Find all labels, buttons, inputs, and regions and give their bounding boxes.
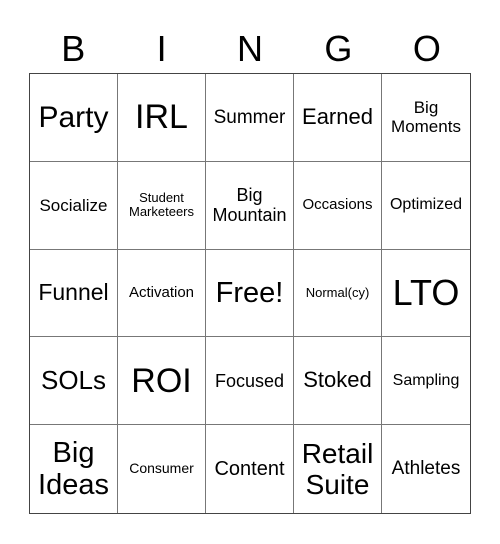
bingo-cell[interactable]: Earned [294,74,382,162]
header-letter-b: B [61,28,86,69]
bingo-cell[interactable]: Activation [118,249,206,338]
cell-text: Consumer [129,460,194,477]
cell-text: SOLs [40,365,107,396]
cell-text: Big Ideas [38,436,109,502]
cell-text: ROI [131,361,192,400]
cell-text: Optimized [389,196,463,214]
bingo-cell[interactable]: Focused [206,337,294,426]
bingo-cell[interactable]: Retail Suite [294,425,382,513]
header-letter-g: G [324,28,353,69]
bingo-cell[interactable]: LTO [382,250,470,338]
cell-text: Focused [214,370,285,391]
bingo-cell[interactable]: Normal(cy) [294,249,382,338]
bingo-cell[interactable]: Big Ideas [30,425,118,513]
bingo-cell[interactable]: Stoked [294,337,382,426]
bingo-cell[interactable]: IRL [118,74,206,162]
bingo-cell[interactable]: Consumer [118,425,206,513]
bingo-cell[interactable]: Party [30,74,118,162]
bingo-cell[interactable]: Student Marketeers [118,161,206,250]
bingo-cell[interactable]: Socialize [30,161,118,250]
bingo-cell[interactable]: Funnel [30,249,118,338]
bingo-cell[interactable]: Content [206,425,294,513]
cell-text: LTO [392,271,460,313]
bingo-cell[interactable]: Athletes [382,425,470,513]
cell-text: Content [214,457,285,480]
bingo-cell[interactable]: SOLs [30,337,118,426]
bingo-cell[interactable]: ROI [118,337,206,426]
bingo-cell[interactable]: Occasions [294,161,382,250]
cell-text: Funnel [38,279,109,306]
bingo-cell[interactable]: Sampling [382,337,470,426]
header-letter-n: N [237,28,264,69]
cell-text: Party [38,100,109,134]
cell-text: Socialize [39,195,108,215]
cell-text: Free! [215,276,284,309]
free-space-cell[interactable]: Free! [206,249,294,338]
bingo-cell[interactable]: Optimized [382,162,470,250]
header-letter-i: I [156,28,167,69]
cell-text: Activation [128,283,195,301]
cell-text: Student Marketeers [128,189,195,220]
cell-text: Big Moments [391,98,461,137]
cell-text: Retail Suite [301,437,374,501]
cell-text: Earned [302,104,373,130]
bingo-cell[interactable]: Summer [206,74,294,162]
cell-text: Sampling [392,371,460,389]
bingo-cell[interactable]: Big Moments [382,74,470,162]
cell-text: Athletes [391,458,461,480]
cell-text: Stoked [303,367,372,393]
bingo-cell[interactable]: Big Mountain [206,161,294,250]
cell-text: IRL [135,98,188,137]
cell-text: Normal(cy) [305,284,370,300]
cell-text: Summer [213,106,286,128]
bingo-header: B I N G O [29,26,471,72]
cell-text: Occasions [302,195,373,213]
header-letter-o: O [412,28,441,69]
cell-text: Big Mountain [212,185,287,226]
bingo-grid: Party IRL Summer Earned Big Moments Soci… [29,73,471,514]
